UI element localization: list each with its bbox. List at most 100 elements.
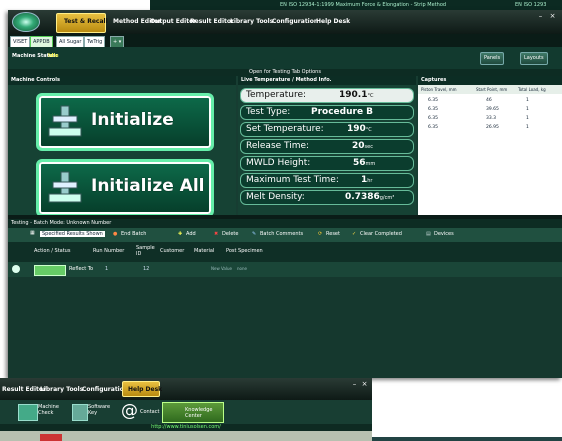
machine-controls-header: Machine Controls <box>8 76 236 85</box>
release-time-row: Release Time: 20sec <box>240 139 414 154</box>
layouts-button[interactable]: Layouts <box>520 52 548 65</box>
captures-col-start: Start Point, mm <box>476 87 508 92</box>
row-run-number: 1 <box>105 266 109 272</box>
menu-item-library-tools[interactable]: Library Tools <box>230 18 273 25</box>
max-test-time-value: 1hr <box>361 175 373 185</box>
live-temperature-header: Live Temperature / Method Info. <box>238 76 416 85</box>
software-key-label[interactable]: Software Key <box>88 404 110 416</box>
mwld-height-value: 56mm <box>353 158 376 168</box>
test-type-label: Test Type: <box>246 107 291 117</box>
devices-button[interactable]: Devices <box>434 231 454 237</box>
captures-cell: 33.3 <box>486 116 497 121</box>
software-key-icon[interactable] <box>72 404 88 421</box>
captures-cell: 6.35 <box>428 125 439 130</box>
close-icon[interactable]: × <box>548 12 557 20</box>
row-sample-id: 12 <box>143 266 150 272</box>
machine-icon <box>48 105 82 137</box>
minimize-icon[interactable]: – <box>536 12 545 20</box>
machines-icon <box>48 171 82 203</box>
secondary-menu-bar: Result Editor Library Tools Configuratio… <box>0 378 372 400</box>
contact-at-icon[interactable]: @ <box>121 401 138 421</box>
app-logo-icon[interactable] <box>12 12 40 32</box>
captures-cell: 6.35 <box>428 107 439 112</box>
menu-item-test-recall[interactable]: Test & Recall <box>64 18 108 25</box>
panels-button[interactable]: Panels <box>480 52 505 65</box>
knowledge-center-button[interactable]: Knowledge Center <box>162 402 224 423</box>
testing-bar-title: Testing - Batch Mode: Unknown Number <box>11 220 112 226</box>
close-icon-2[interactable]: × <box>360 380 369 388</box>
secondary-content-mark <box>40 434 62 441</box>
mwld-height-row: MWLD Height: 56mm <box>240 156 414 171</box>
initialize-all-button[interactable]: Initialize All <box>36 159 214 217</box>
captures-cell: 26.95 <box>486 125 499 130</box>
max-test-time-label: Maximum Test Time: <box>246 175 339 185</box>
end-batch-button[interactable]: End Batch <box>121 231 146 237</box>
col-action-status[interactable]: Action / Status <box>34 248 70 254</box>
testing-toolbar: ▦ Specified Results Shown ● End Batch ✚ … <box>8 228 562 242</box>
background-window-text: EN ISO 12934-1:1999 Maximum Force & Elon… <box>280 2 447 8</box>
menu-item-help-desk-2[interactable]: Help Desk <box>128 386 162 393</box>
background-window-text-2: EN ISO 1293 <box>515 2 547 8</box>
max-test-time-row: Maximum Test Time: 1hr <box>240 173 414 188</box>
captures-cell: 6.35 <box>428 98 439 103</box>
captures-col-load: Total Load, kg <box>518 87 546 92</box>
batch-table-body <box>8 277 562 378</box>
reset-icon: ⟳ <box>318 231 323 237</box>
devices-icon: ▤ <box>426 231 431 237</box>
captures-header: Captures <box>418 76 562 85</box>
run-play-button[interactable] <box>34 265 66 276</box>
delete-button[interactable]: Delete <box>222 231 238 237</box>
batch-comments-button[interactable]: Batch Comments <box>260 231 303 237</box>
col-run-number[interactable]: Run Number <box>93 248 124 254</box>
live-temperature-panel: Temperature: 190.1°C Test Type: Procedur… <box>238 85 416 215</box>
temperature-value: 190.1°C <box>339 90 374 100</box>
initialize-label: Initialize <box>91 110 174 130</box>
specified-results-dropdown[interactable]: Specified Results Shown <box>40 231 105 237</box>
end-batch-icon: ● <box>113 231 118 237</box>
machine-check-label[interactable]: Machine Check <box>38 404 60 416</box>
captures-col-piston: Piston Travel, mm <box>421 87 457 92</box>
col-post-specimen[interactable]: Post Specimen <box>226 248 263 254</box>
menu-item-result-editor[interactable]: Result Editor <box>190 18 234 25</box>
main-window: Test & Recall Method Editor Output Edito… <box>8 10 562 378</box>
set-temperature-row: Set Temperature: 190°C <box>240 122 414 137</box>
add-icon: ✚ <box>178 231 183 237</box>
secondary-window: Result Editor Library Tools Configuratio… <box>0 378 372 441</box>
row-select-radio[interactable] <box>12 265 20 273</box>
menu-item-configuration[interactable]: Configuration <box>272 18 318 25</box>
col-sample-id[interactable]: Sample ID <box>136 245 155 257</box>
secondary-content <box>0 431 372 441</box>
clear-completed-button[interactable]: Clear Completed <box>360 231 402 237</box>
results-icon: ▦ <box>30 230 35 236</box>
captures-cell: 46 <box>486 98 492 103</box>
machine-controls-panel: Initialize Initialize All <box>8 85 236 217</box>
set-temperature-label: Set Temperature: <box>246 124 324 134</box>
document-tab-row: VISET APPDB All Sugar TwTrig + ▾ <box>8 34 562 48</box>
table-row[interactable]: Reflect To 1 12 New Value none <box>8 262 562 277</box>
captures-cell: 1 <box>526 98 529 103</box>
temperature-row: Temperature: 190.1°C <box>240 88 414 103</box>
melt-density-label: Melt Density: <box>246 192 305 202</box>
col-material[interactable]: Material <box>194 248 214 254</box>
captures-cell: 39.65 <box>486 107 499 112</box>
minimize-icon-2[interactable]: – <box>350 380 359 388</box>
captures-table-header: Piston Travel, mm Start Point, mm Total … <box>418 85 562 94</box>
website-url[interactable]: http://www.tiniusolsen.com/ <box>0 424 372 431</box>
col-customer[interactable]: Customer <box>160 248 184 254</box>
captures-cell: 1 <box>526 116 529 121</box>
menu-item-library-tools-2[interactable]: Library Tools <box>40 386 83 393</box>
knowledge-center-label: Knowledge Center <box>185 407 213 419</box>
row-status: Reflect To <box>69 266 94 272</box>
initialize-all-label: Initialize All <box>91 176 205 196</box>
reset-button[interactable]: Reset <box>326 231 340 237</box>
add-button[interactable]: Add <box>186 231 196 237</box>
temperature-label: Temperature: <box>246 90 307 100</box>
contact-label[interactable]: Contact <box>140 409 159 415</box>
initialize-button[interactable]: Initialize <box>36 93 214 151</box>
menu-item-help-desk[interactable]: Help Desk <box>316 18 350 25</box>
open-testing-options-bar[interactable]: Open for Testing Tab Options <box>8 69 562 76</box>
machine-check-icon[interactable] <box>18 404 38 421</box>
row-value-1: New Value <box>211 266 232 271</box>
release-time-label: Release Time: <box>246 141 310 151</box>
melt-density-value: 0.7386g/cm³ <box>345 192 395 202</box>
